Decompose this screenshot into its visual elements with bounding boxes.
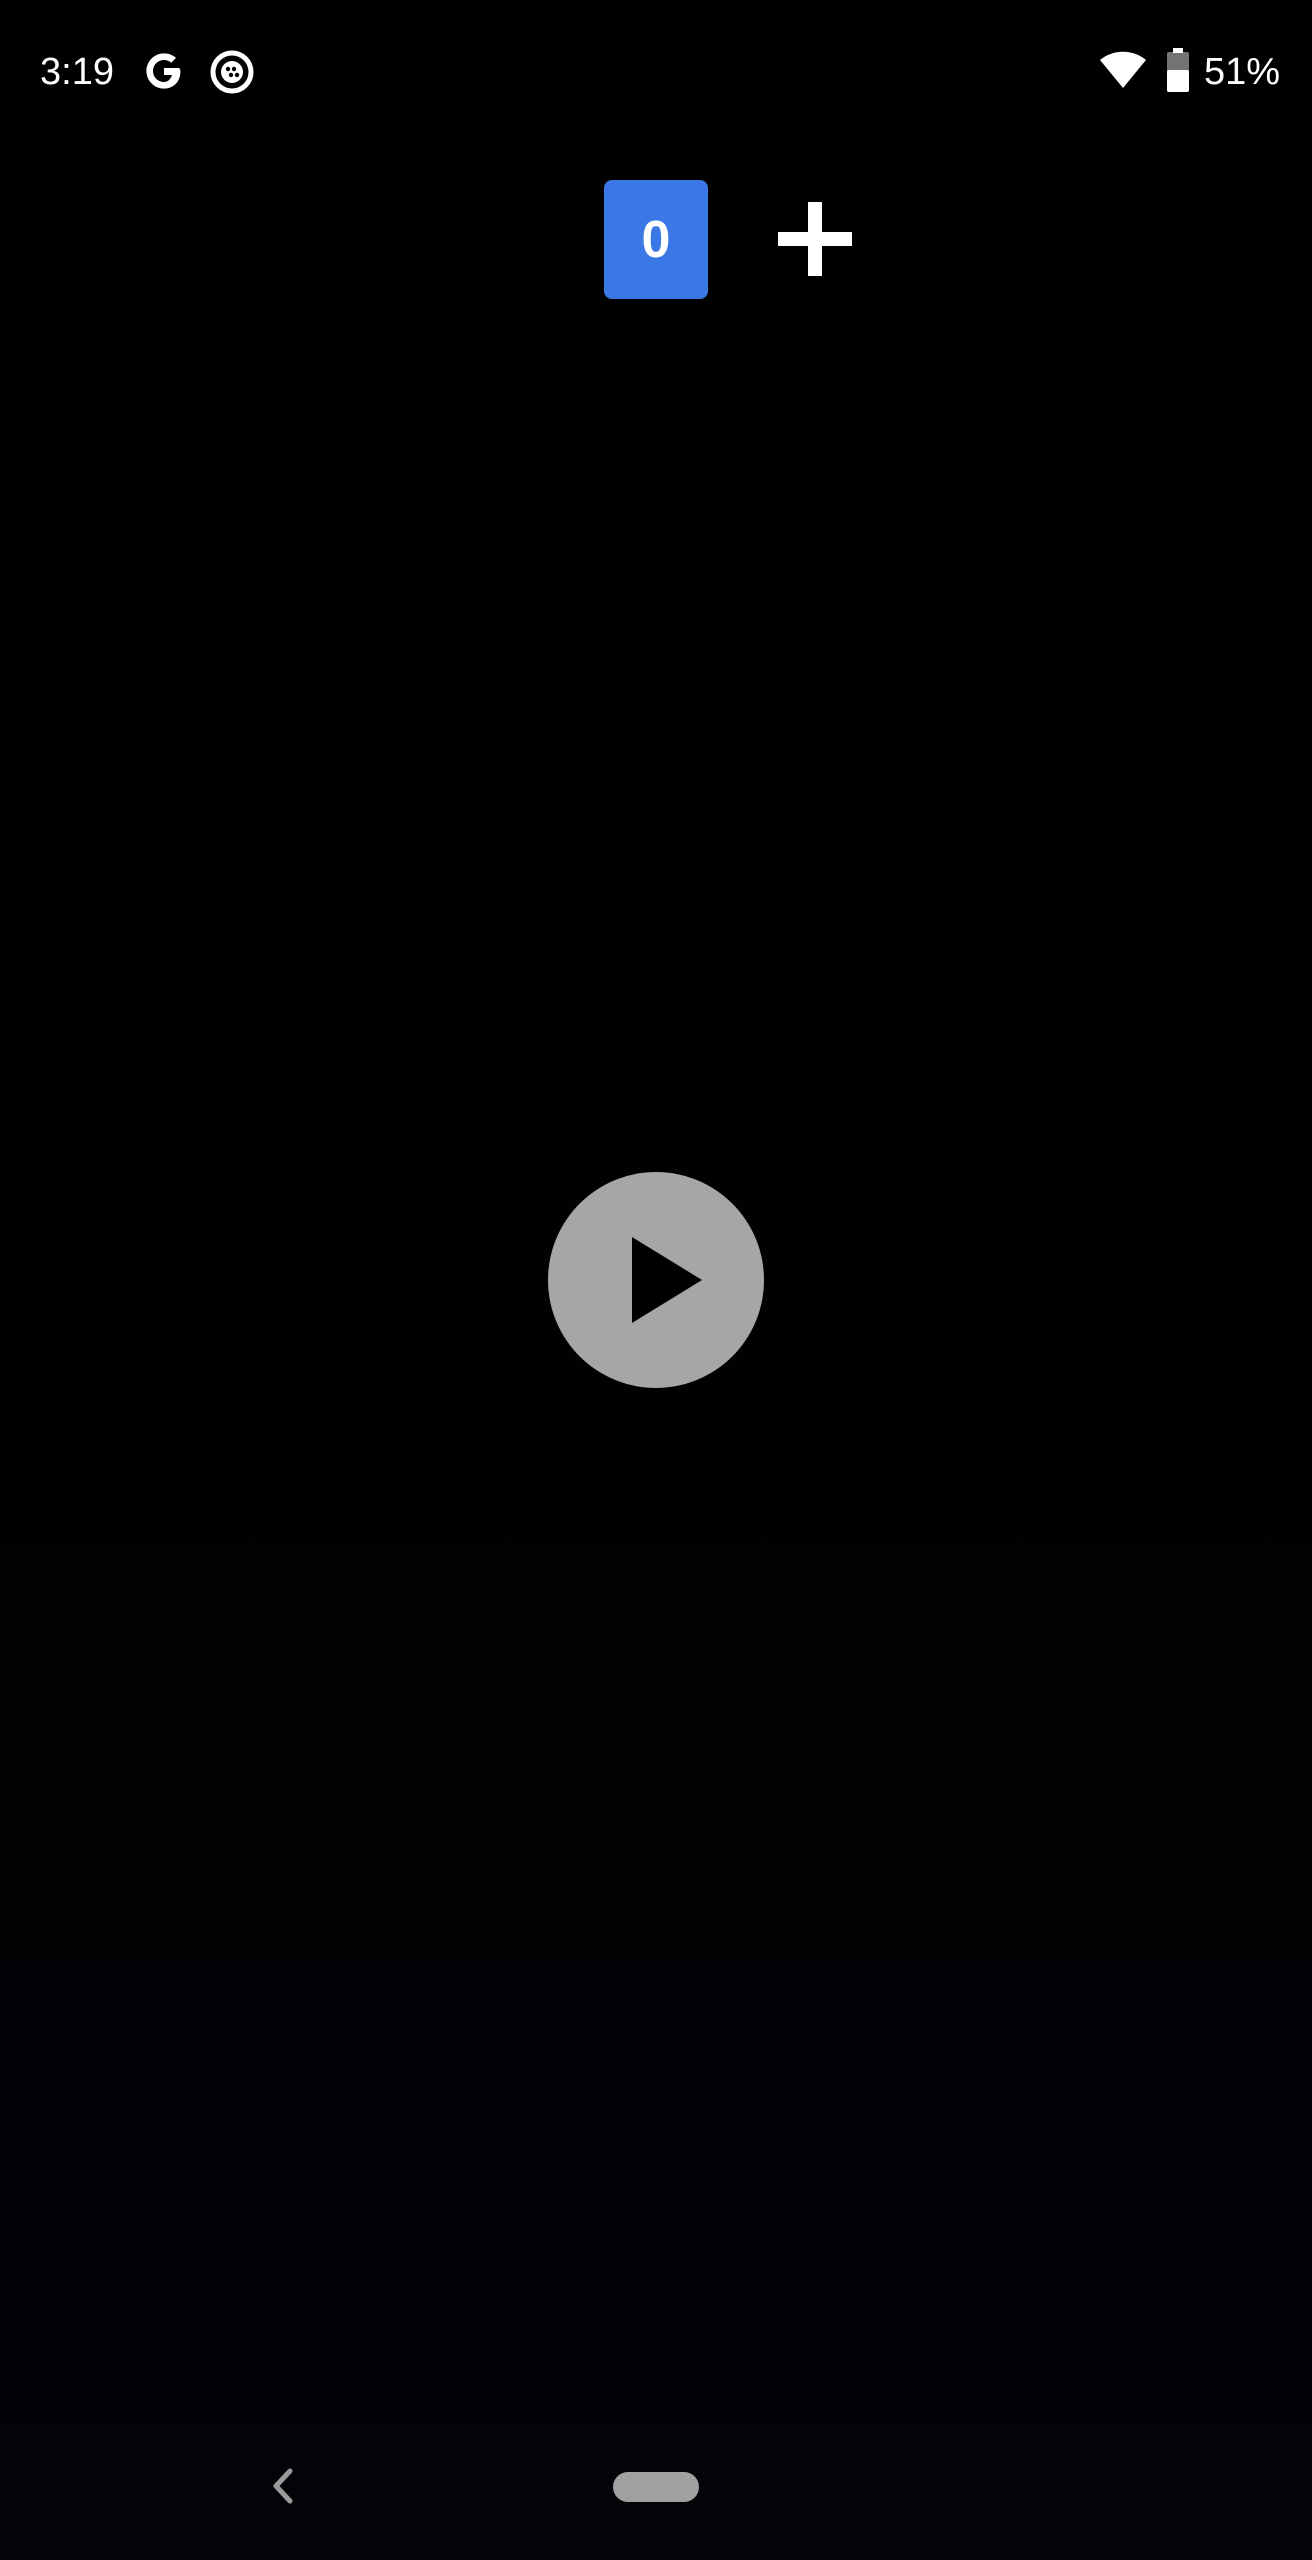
status-bar: 3:19 51% — [0, 0, 1312, 150]
battery-icon — [1166, 48, 1190, 92]
play-icon — [632, 1237, 702, 1323]
status-time: 3:19 — [40, 51, 114, 93]
counter-badge[interactable]: 0 — [604, 180, 708, 299]
wifi-icon — [1098, 50, 1148, 90]
add-button[interactable] — [778, 202, 852, 276]
back-icon[interactable] — [268, 2468, 296, 2504]
home-pill[interactable] — [613, 2472, 699, 2502]
plus-icon — [778, 202, 852, 276]
battery-percent: 51% — [1204, 51, 1281, 93]
google-icon — [143, 50, 185, 92]
camera-app-icon — [210, 50, 254, 94]
